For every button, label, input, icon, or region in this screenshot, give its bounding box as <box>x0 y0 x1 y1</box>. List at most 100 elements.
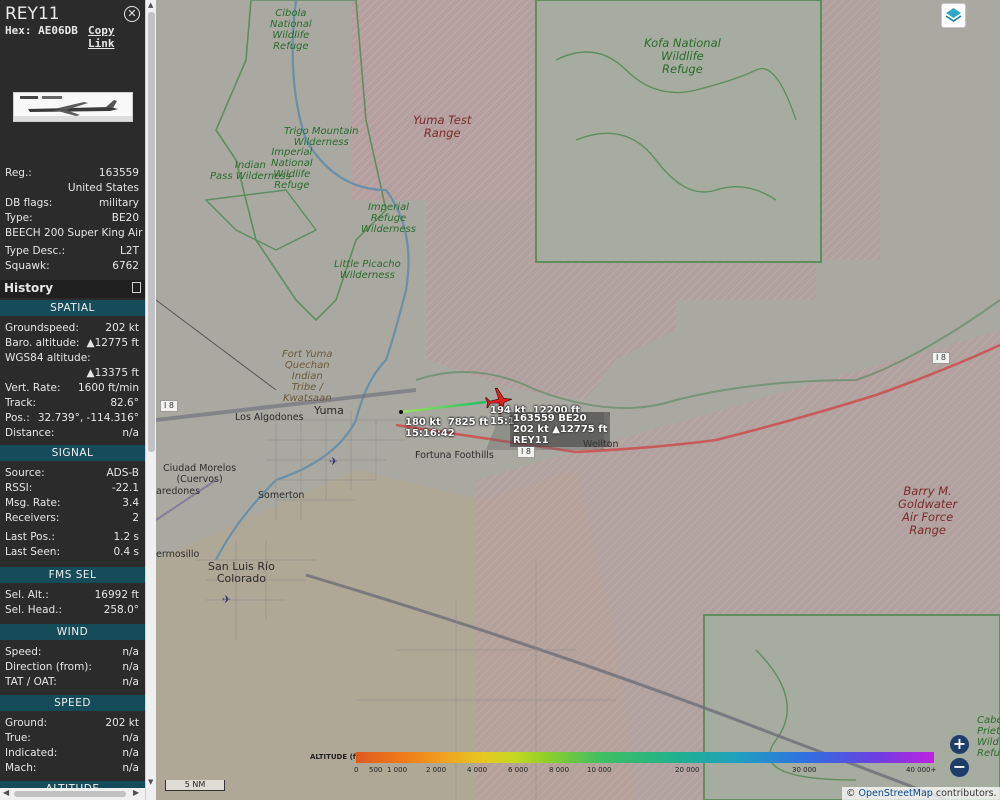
signal-row: Msg. Rate: 3.4 <box>5 497 139 511</box>
city-paredones: aredones <box>156 486 201 497</box>
aircraft-info-panel: REY11 ✕ Hex: AE06DB Copy Link Reg.: 16355… <box>0 0 145 800</box>
label-indian-pass: Indian Pass Wilderness <box>210 160 291 182</box>
zoom-in-button[interactable]: + <box>950 735 969 754</box>
wind-value: n/a <box>122 646 139 658</box>
signal-value: ADS-B <box>106 467 139 479</box>
section-signal: SIGNAL <box>0 445 145 461</box>
spatial-row: Groundspeed: 202 kt <box>5 322 139 336</box>
info-label: DB flags: <box>5 197 53 209</box>
city-yuma: Yuma <box>314 404 344 417</box>
label-goldwater-range: Barry M. Goldwater Air Force Range <box>898 484 958 537</box>
history-title: History <box>4 281 54 295</box>
info-row: Reg.: 163559 <box>5 167 139 181</box>
signal-label: Receivers: <box>5 512 60 524</box>
info-row: Type Desc.: L2T <box>5 245 139 259</box>
signal-label: Msg. Rate: <box>5 497 61 509</box>
signal-label: Source: <box>5 467 45 479</box>
label-trigo-mountain: Trigo Mountain Wilderness <box>284 126 359 148</box>
signal-value: 3.4 <box>122 497 139 509</box>
legend-tick: 10 000 <box>587 766 612 774</box>
scroll-thumb[interactable] <box>14 791 126 797</box>
fms-value: 16992 ft <box>94 589 139 601</box>
aircraft-info-label[interactable]: 163559 BE20 202 kt ▲12775 ft REY11 <box>510 412 611 447</box>
legend-tick: 0 <box>354 766 359 774</box>
interstate-shield: I 8 <box>932 352 950 364</box>
city-fortuna-foothills: Fortuna Foothills <box>415 450 494 461</box>
info-row: BEECH 200 Super King Air <box>5 227 143 241</box>
info-label: Type: <box>5 212 33 224</box>
scroll-down-icon[interactable]: ▼ <box>148 778 153 786</box>
horizontal-scrollbar[interactable]: ◀ ▶ <box>0 788 145 800</box>
spatial-value: n/a <box>122 427 139 439</box>
scroll-up-icon[interactable]: ▲ <box>148 1 153 9</box>
spatial-label: Vert. Rate: <box>5 382 61 394</box>
legend-tick: 2 000 <box>426 766 447 774</box>
city-somerton: Somerton <box>258 490 305 501</box>
fms-row: Sel. Alt.: 16992 ft <box>5 589 139 603</box>
copy-link-button[interactable]: Copy Link <box>88 24 145 50</box>
aircraft-photo[interactable] <box>13 92 133 122</box>
spatial-row: WGS84 altitude: <box>5 352 139 366</box>
spatial-label: WGS84 altitude: <box>5 352 91 364</box>
label-cabeza-prieta: Cabe Prieta N Wild Refu <box>977 715 1000 759</box>
fms-row: Sel. Head.: 258.0° <box>5 604 139 618</box>
label-yuma-test-range: Yuma Test Range <box>413 113 472 140</box>
spatial-label: Track: <box>5 397 37 409</box>
spatial-row: Vert. Rate: 1600 ft/min <box>5 382 139 396</box>
label-fort-yuma: Fort Yuma Quechan Indian Tribe / Kwatsaa… <box>282 349 333 404</box>
speed-label: Indicated: <box>5 747 58 759</box>
fms-label: Sel. Alt.: <box>5 589 49 601</box>
spatial-label: Pos.: <box>5 412 30 424</box>
spatial-value: 82.6° <box>110 397 139 409</box>
speed-row: Indicated: n/a <box>5 747 139 761</box>
legend-tick: 500 <box>369 766 383 774</box>
history-toggle-icon[interactable] <box>132 282 141 293</box>
close-icon[interactable]: ✕ <box>124 6 140 22</box>
legend-tick: 8 000 <box>549 766 570 774</box>
speed-label: Ground: <box>5 717 48 729</box>
airport-icon: ✈ <box>329 455 339 468</box>
signal-value: 1.2 s <box>113 531 139 543</box>
layers-button[interactable] <box>941 3 966 28</box>
spatial-label: Baro. altitude: <box>5 337 80 349</box>
section-fms-sel: FMS SEL <box>0 567 145 583</box>
scroll-thumb[interactable] <box>148 12 155 452</box>
speed-value: 202 kt <box>105 717 139 729</box>
spatial-row: ▲13375 ft <box>5 367 139 381</box>
signal-label: RSSI: <box>5 482 33 494</box>
legend-title: ALTITUDE (ft) <box>310 753 363 761</box>
aircraft-thumbnail-icon <box>14 93 132 121</box>
speed-row: Mach: n/a <box>5 762 139 776</box>
history-header[interactable]: History <box>0 280 145 298</box>
legend-tick: 20 000 <box>675 766 700 774</box>
spatial-value: 32.739°, -114.316° <box>37 412 139 424</box>
speed-row: True: n/a <box>5 732 139 746</box>
legend-tick: 1 000 <box>387 766 408 774</box>
openstreetmap-link[interactable]: OpenStreetMap <box>859 788 933 799</box>
layers-icon <box>945 8 962 22</box>
wind-value: n/a <box>122 661 139 673</box>
map-view[interactable]: Cibola National Wildlife Refuge Kofa Nat… <box>156 0 1000 800</box>
city-san-luis: San Luis Río Colorado <box>208 560 275 585</box>
info-value: L2T <box>120 245 139 257</box>
label-kofa-refuge: Kofa National Wildlife Refuge <box>644 36 721 76</box>
wind-label: Direction (from): <box>5 661 92 673</box>
wind-row: Speed: n/a <box>5 646 139 660</box>
scale-bar: 5 NM <box>165 780 225 791</box>
info-value: BE20 <box>111 212 139 224</box>
label-cibola-refuge: Cibola National Wildlife Refuge <box>270 8 312 52</box>
interstate-shield: I 8 <box>517 446 535 458</box>
info-value: military <box>98 197 139 209</box>
scroll-left-icon[interactable]: ◀ <box>3 788 9 797</box>
spatial-row: Track: 82.6° <box>5 397 139 411</box>
signal-value: -22.1 <box>111 482 139 494</box>
altitude-legend: ALTITUDE (ft) 0 500 1 000 2 000 4 000 6 … <box>306 751 946 779</box>
legend-tick: 40 000+ <box>906 766 937 774</box>
spatial-value: ▲13375 ft <box>86 367 139 379</box>
info-label: BEECH 200 Super King Air <box>5 227 143 239</box>
scroll-right-icon[interactable]: ▶ <box>133 788 139 797</box>
zoom-out-button[interactable]: − <box>950 758 969 777</box>
speed-value: n/a <box>122 747 139 759</box>
spatial-row: Baro. altitude: ▲12775 ft <box>5 337 139 351</box>
wind-row: TAT / OAT: n/a <box>5 676 139 690</box>
